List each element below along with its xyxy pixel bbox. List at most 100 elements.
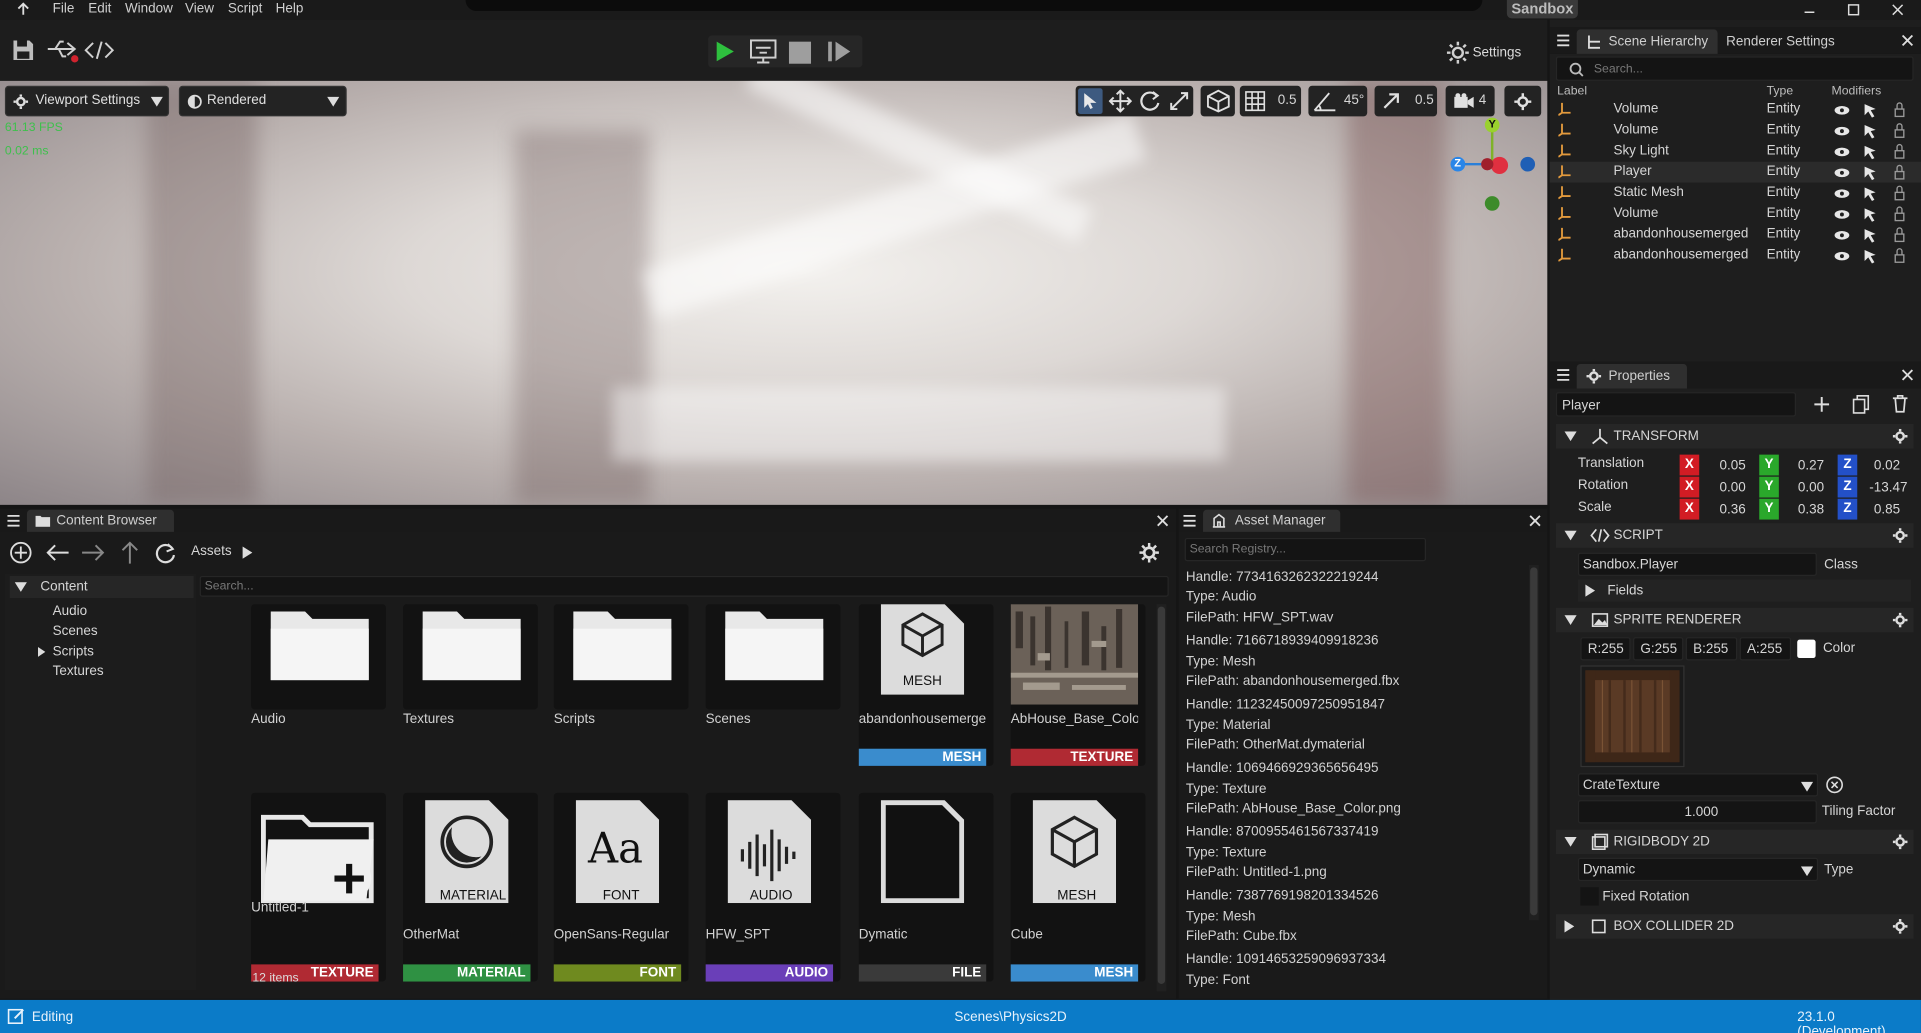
hierarchy-search-input[interactable]: Search... [1555,56,1914,81]
chevron-right-icon[interactable] [242,546,253,559]
asset-card-cube[interactable]: MESH Cube MESH [1010,792,1146,982]
color-a-field[interactable]: A:255 [1739,637,1792,661]
color-b-field[interactable]: B:255 [1685,637,1738,661]
clear-texture-icon[interactable] [1825,776,1843,794]
folder-card-scripts[interactable]: Scripts [553,604,689,727]
gear-icon[interactable] [1892,528,1908,543]
hamburger-icon[interactable] [1557,369,1570,381]
scrollbar-thumb[interactable] [1530,567,1538,916]
asset-card-dymatic[interactable]: Dymatic FILE [858,792,994,982]
asset-card-opensans-regular[interactable]: Aa FONT OpenSans-Regular FONT [553,792,689,982]
modifier-icons[interactable] [1832,99,1918,271]
tree-item-scenes[interactable]: Scenes [53,624,98,639]
box-collider-header[interactable]: BOX COLLIDER 2D [1555,914,1914,939]
tree-item-textures[interactable]: Textures [53,664,104,679]
registry-scrollbar[interactable] [1528,564,1539,921]
rotate-icon[interactable] [1138,89,1161,112]
asset-card-untitled-1[interactable]: Untitled-1 TEXTURE [251,792,386,982]
code-icon[interactable] [83,39,115,61]
content-scrollbar[interactable] [1156,604,1167,992]
gear-icon[interactable] [1139,542,1159,563]
asset-card-abhouse-base-color[interactable]: AbHouse_Base_Color TEXTURE [1010,604,1146,766]
scale-x[interactable]: 0.36 [1697,502,1746,517]
render-mode-dropdown[interactable]: Rendered [178,85,347,117]
rotation-x[interactable]: 0.00 [1697,480,1746,495]
sprite-texture-preview[interactable] [1580,665,1685,768]
rotation-z[interactable]: -13.47 [1858,480,1907,495]
copy-icon[interactable] [1852,395,1870,415]
tree-item-audio[interactable]: Audio [53,604,87,619]
scrollbar-thumb[interactable] [1157,606,1166,984]
scene-viewport[interactable]: Viewport Settings Rendered 61.13 FPS 0.0… [0,80,1548,505]
close-icon[interactable] [1901,34,1914,46]
asset-card-othermat[interactable]: MATERIAL OtherMat MATERIAL [403,792,538,982]
registry-search-input[interactable]: Search Registry... [1184,537,1427,562]
translation-y[interactable]: 0.27 [1775,458,1824,473]
minimize-icon[interactable] [1801,1,1818,18]
gear-icon[interactable] [1892,834,1908,850]
tab-properties[interactable]: Properties [1576,363,1687,389]
hamburger-icon[interactable] [1557,34,1570,47]
play-icon[interactable] [712,39,737,64]
breadcrumb-assets[interactable]: Assets [191,544,231,559]
transform-header[interactable]: TRANSFORM [1555,423,1914,449]
tiling-factor-input[interactable]: 1.000 [1577,800,1817,824]
chevron-right-icon[interactable] [37,647,46,657]
local-global-toggle[interactable] [1200,85,1235,117]
scale-snap[interactable]: 0.5 [1374,85,1438,117]
delete-icon[interactable] [1892,394,1908,413]
settings-button[interactable]: Settings [1473,45,1522,60]
scale-icon[interactable] [1169,91,1190,112]
tab-content-browser[interactable]: Content Browser [26,509,174,532]
orientation-gizmo[interactable]: Y Z [1446,117,1538,216]
add-component-icon[interactable] [1813,396,1830,413]
simulate-icon[interactable] [749,38,778,65]
fields-expander[interactable]: Fields [1577,579,1912,602]
scale-z[interactable]: 0.85 [1851,502,1900,517]
usb-deploy-icon[interactable] [45,37,79,64]
camera-speed[interactable]: 4 [1445,85,1495,117]
close-icon[interactable] [1889,1,1906,18]
menu-help[interactable]: Help [276,0,304,17]
close-icon[interactable] [1156,515,1169,527]
grid-snap[interactable]: 0.5 [1239,85,1302,117]
script-header[interactable]: SCRIPT [1555,523,1914,548]
tree-root[interactable]: Content [9,575,194,598]
gear-icon[interactable] [1892,428,1908,444]
texture-dropdown[interactable]: CrateTexture [1577,773,1819,797]
menu-view[interactable]: View [185,0,214,17]
scale-y[interactable]: 0.38 [1775,502,1824,517]
gear-icon[interactable] [1892,919,1908,934]
hamburger-icon[interactable] [7,514,20,527]
viewport-gear-button[interactable] [1504,85,1542,117]
close-icon[interactable] [1529,515,1541,527]
select-tool[interactable] [1078,88,1103,114]
back-arrow-icon[interactable] [45,543,70,563]
folder-card-scenes[interactable]: Scenes [705,604,841,727]
menu-edit[interactable]: Edit [88,0,111,17]
maximize-icon[interactable] [1845,1,1862,18]
move-icon[interactable] [1108,89,1132,113]
translation-x[interactable]: 0.05 [1697,458,1746,473]
save-icon[interactable] [12,39,34,61]
step-icon[interactable] [826,39,853,64]
settings-gear-icon[interactable] [1446,41,1469,64]
folder-card-audio[interactable]: Audio [251,604,386,727]
entity-name-input[interactable]: Player [1555,392,1796,417]
body-type-dropdown[interactable]: Dynamic [1577,857,1819,882]
asset-card-abandonhousemerged[interactable]: MESH abandonhousemerged MESH [858,604,994,766]
tree-item-scripts[interactable]: Scripts [53,645,94,660]
angle-snap[interactable]: 45° [1308,85,1368,117]
color-r-field[interactable]: R:255 [1580,637,1631,661]
refresh-icon[interactable] [154,542,176,564]
rotation-y[interactable]: 0.00 [1775,480,1824,495]
menu-window[interactable]: Window [125,0,173,17]
asset-card-hfw-spt[interactable]: AUDIO HFW_SPT AUDIO [705,792,841,982]
z-axis-button[interactable]: Z [1837,476,1858,498]
color-g-field[interactable]: G:255 [1633,637,1684,661]
tab-asset-manager[interactable]: Asset Manager [1203,509,1341,532]
hamburger-icon[interactable] [1183,514,1196,527]
forward-arrow-icon[interactable] [81,543,106,563]
color-swatch[interactable] [1797,639,1816,659]
sprite-renderer-header[interactable]: SPRITE RENDERER [1555,607,1914,633]
